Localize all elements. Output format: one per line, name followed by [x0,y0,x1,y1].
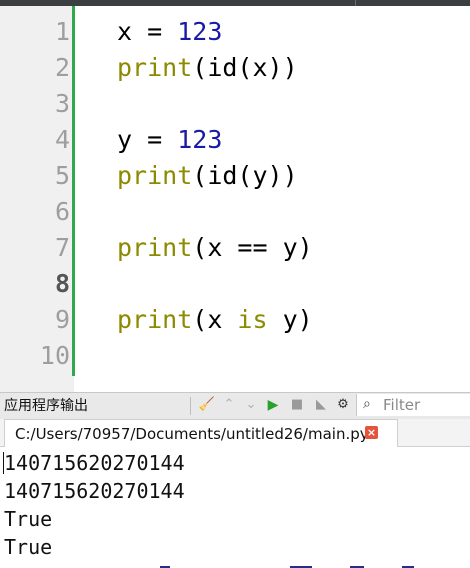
code-token: (x [192,305,238,334]
output-tab-bar: C:/Users/70957/Documents/untitled26/main… [0,419,470,447]
line-number: 7 [54,233,70,262]
code-token: (x == y) [192,233,313,262]
clear-output-icon[interactable]: 🧹 [198,396,216,414]
output-panel-header: 应用程序输出 🧹 ⌃ ⌄ ▶ ■ ◣ ⚙ ⌕ Filter [0,392,470,420]
toolbar-separator [190,397,191,415]
code-line[interactable]: print(x == y) [117,230,313,266]
tab-main-py[interactable]: C:/Users/70957/Documents/untitled26/main… [4,419,398,447]
code-token: print [117,53,193,82]
code-token: print [117,305,193,334]
code-token: (id(y)) [192,161,298,190]
code-token: print [117,233,193,262]
code-token: y) [267,305,313,334]
output-line: 140715620270144 [4,479,185,503]
close-icon[interactable]: × [365,426,378,439]
line-number: 4 [54,125,70,154]
run-icon[interactable]: ▶ [264,396,282,414]
tab-label: C:/Users/70957/Documents/untitled26/main… [15,425,369,443]
code-token: 123 [177,17,223,46]
output-line: 140715620270144 [4,451,185,475]
filter-input[interactable]: Filter [383,396,420,414]
code-token: is [237,305,268,334]
line-number-gutter: 1 2 3 4 5 6 7 8 9 10 [0,6,75,392]
line-number: 6 [54,197,70,226]
line-number: 9 [54,305,70,334]
line-number: 1 [54,17,70,46]
chevron-down-icon[interactable]: ⌄ [242,396,260,414]
code-editor[interactable]: 1 2 3 4 5 6 7 8 9 10 x = 123 print(id(x)) y = 123 pr… [0,6,470,392]
panel-title: 应用程序输出 [4,398,88,414]
code-token: x [117,17,133,46]
gear-icon[interactable]: ⚙ [334,396,352,414]
line-number: 8 [54,269,70,298]
line-number: 10 [39,341,70,370]
chevron-up-icon[interactable]: ⌃ [220,396,238,414]
search-icon: ⌕ [363,396,371,412]
code-token: (id(x)) [192,53,298,82]
code-token: print [117,161,193,190]
change-marker-bar [72,6,75,376]
line-number: 5 [54,161,70,190]
filter-box[interactable]: ⌕ Filter [356,394,470,416]
code-line[interactable]: print(id(y)) [117,158,298,194]
code-line[interactable]: print(id(x)) [117,50,298,86]
code-token: = [132,125,178,154]
output-line: True [4,507,53,531]
code-token: 123 [177,125,223,154]
line-number: 3 [54,89,70,118]
application-output[interactable]: 140715620270144 140715620270144 True True [0,447,470,568]
attach-debugger-icon[interactable]: ◣ [312,396,330,414]
code-token: = [132,17,178,46]
code-line[interactable]: print(x is y) [117,302,313,338]
clipped-next-line [0,562,470,568]
stop-icon[interactable]: ■ [288,396,306,414]
output-line: True [4,535,53,559]
code-line[interactable]: x = 123 [117,14,222,50]
code-line[interactable]: y = 123 [117,122,222,158]
code-token: y [117,125,133,154]
line-number: 2 [54,53,70,82]
